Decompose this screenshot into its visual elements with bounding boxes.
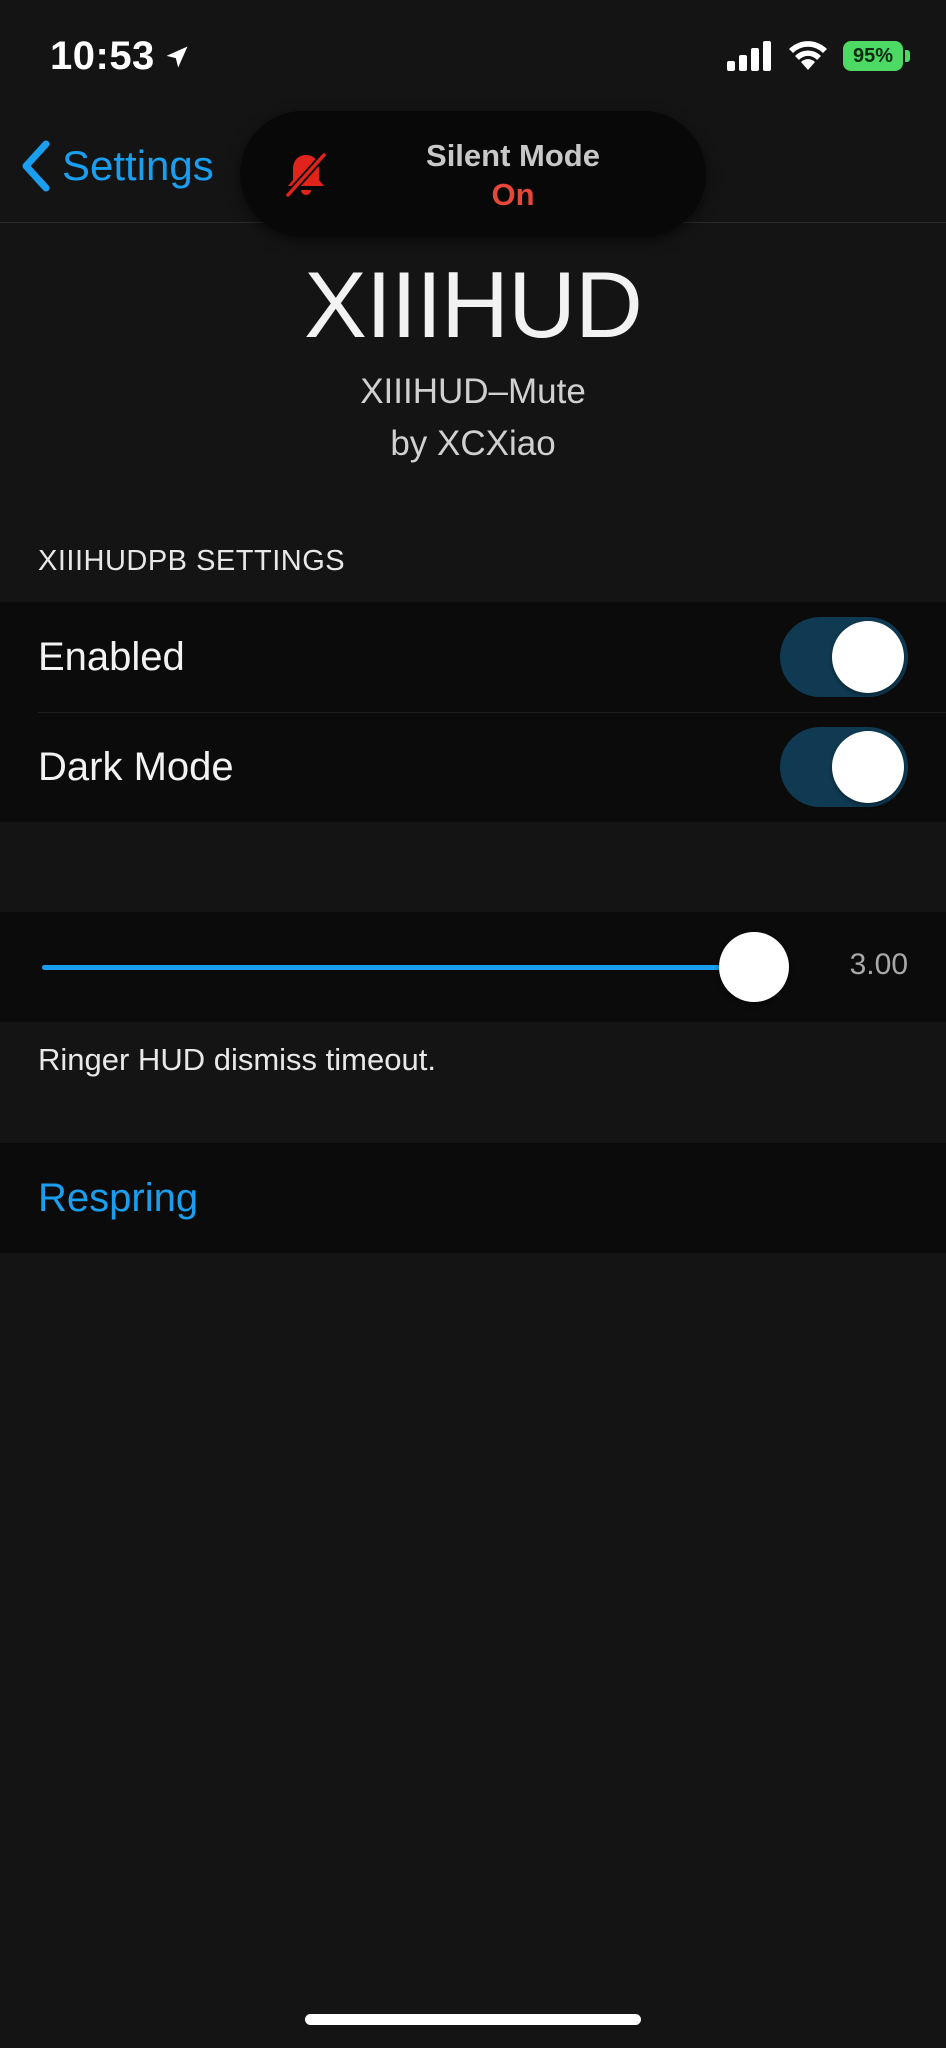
actions-group: Respring — [0, 1143, 946, 1253]
chevron-left-icon — [22, 140, 50, 192]
app-author: by XCXiao — [390, 424, 556, 463]
timeout-value: 3.00 — [849, 948, 908, 981]
tweak-header: XIIIHUD XIIIHUD–Mute by XCXiao — [0, 250, 946, 470]
timeout-footer: Ringer HUD dismiss timeout. — [38, 1042, 436, 1077]
settings-group: Enabled Dark Mode — [0, 602, 946, 822]
enabled-toggle[interactable] — [780, 617, 908, 697]
dark-mode-toggle[interactable] — [780, 727, 908, 807]
cellular-signal-icon — [727, 41, 771, 71]
dark-mode-label: Dark Mode — [38, 744, 234, 789]
clock-text: 10:53 — [50, 34, 155, 78]
timeout-slider-row: 3.00 — [0, 912, 946, 1022]
enabled-label: Enabled — [38, 634, 185, 679]
slider-thumb[interactable] — [719, 932, 789, 1002]
status-time: 10:53 — [50, 34, 191, 79]
dark-mode-row: Dark Mode — [0, 712, 946, 822]
slider-fill — [42, 965, 754, 970]
bell-slash-icon — [285, 152, 327, 198]
hud-title: Silent Mode — [426, 138, 600, 173]
hud-texts: Silent Mode On — [340, 137, 686, 215]
respring-button[interactable]: Respring — [38, 1176, 198, 1221]
location-arrow-icon — [166, 46, 188, 67]
back-button[interactable]: Settings — [18, 138, 214, 194]
battery-percent: 95% — [852, 44, 894, 67]
timeout-group: 3.00 — [0, 912, 946, 1022]
wifi-icon — [789, 41, 827, 70]
silent-mode-hud: Silent Mode On — [240, 111, 706, 237]
status-indicators: 95% — [727, 40, 910, 72]
enabled-row: Enabled — [0, 602, 946, 712]
battery-cap — [905, 50, 910, 62]
app-name: XIIIHUD — [304, 252, 643, 357]
app-subtitle: XIIIHUD–Mute — [360, 372, 586, 411]
section-header: XIIIHUDPB SETTINGS — [38, 545, 346, 577]
status-bar: 10:53 95% — [0, 0, 946, 110]
toggle-knob — [832, 731, 904, 803]
hud-state: On — [491, 177, 535, 212]
toggle-knob — [832, 621, 904, 693]
timeout-slider[interactable] — [42, 965, 784, 970]
battery-indicator: 95% — [843, 41, 903, 71]
home-indicator — [305, 2014, 641, 2025]
respring-row[interactable]: Respring — [0, 1143, 946, 1253]
back-label: Settings — [62, 142, 214, 189]
